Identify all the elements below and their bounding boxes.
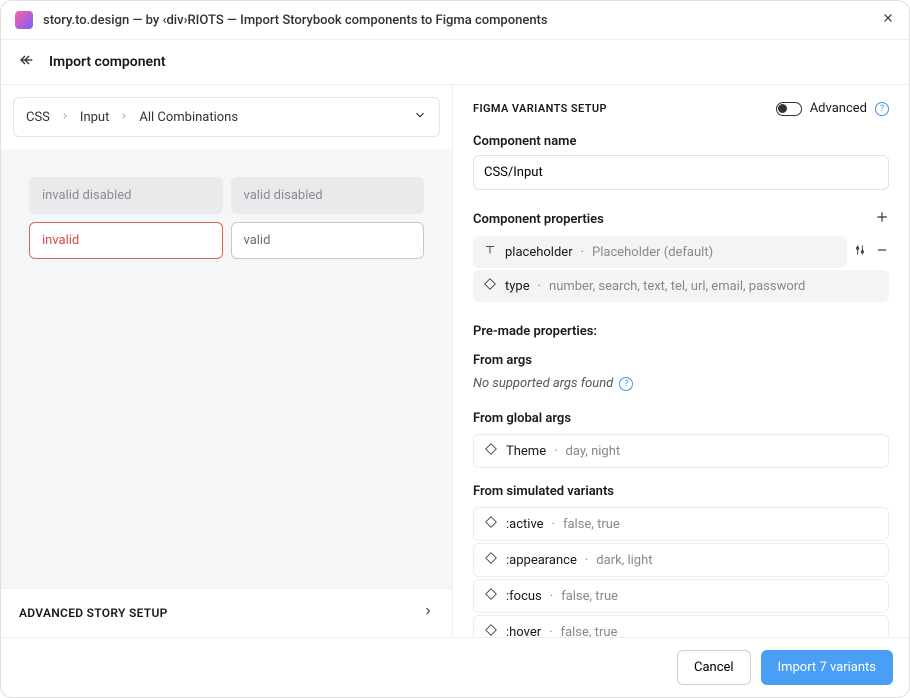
global-arg-name: Theme: [506, 444, 546, 459]
text-icon: [483, 243, 497, 261]
help-icon[interactable]: ?: [875, 102, 889, 116]
back-arrow-icon[interactable]: [19, 52, 35, 72]
preview-area: invalid disabled valid disabled invalid …: [1, 149, 452, 588]
sim-variant-row[interactable]: :appearance · dark, light: [473, 543, 889, 577]
premade-props-label: Pre-made properties:: [473, 324, 889, 339]
chevron-right-icon: [119, 110, 129, 125]
component-name-label: Component name: [473, 134, 889, 149]
sim-name: :focus: [506, 589, 542, 604]
prop-values: number, search, text, tel, url, email, p…: [549, 279, 805, 294]
chevron-down-icon: [413, 108, 427, 126]
global-args-list: Theme · day, night: [473, 434, 889, 468]
preview-input-invalid-disabled: invalid disabled: [29, 177, 223, 214]
diamond-icon: [484, 587, 498, 605]
right-pane: FIGMA VARIANTS SETUP Advanced ? Componen…: [453, 85, 909, 637]
sim-values: false, true: [561, 625, 618, 638]
import-button[interactable]: Import 7 variants: [761, 650, 893, 685]
component-props-label: Component properties: [473, 212, 604, 227]
from-args-label: From args: [473, 353, 889, 368]
diamond-icon: [484, 442, 498, 460]
diamond-icon: [484, 515, 498, 533]
sim-name: :appearance: [506, 553, 577, 568]
cancel-button[interactable]: Cancel: [677, 650, 751, 685]
prop-row[interactable]: placeholder · Placeholder (default): [473, 236, 889, 268]
advanced-story-label: ADVANCED STORY SETUP: [19, 606, 168, 620]
advanced-toggle[interactable]: [776, 102, 802, 116]
sim-values: false, true: [563, 517, 620, 532]
advanced-label: Advanced: [810, 101, 867, 116]
prop-name: placeholder: [505, 245, 573, 260]
remove-icon[interactable]: [875, 243, 889, 261]
sim-variant-row[interactable]: :hover · false, true: [473, 615, 889, 637]
no-args-text: No supported args found ?: [473, 376, 889, 391]
chevron-right-icon: [422, 605, 434, 621]
titlebar: story.to.design — by ‹div›RIOTS — Import…: [1, 1, 909, 40]
from-global-args-label: From global args: [473, 411, 889, 426]
component-name-input[interactable]: [473, 155, 889, 190]
sim-name: :hover: [506, 625, 541, 638]
add-property-icon[interactable]: [875, 210, 889, 228]
advanced-story-setup[interactable]: ADVANCED STORY SETUP: [1, 588, 452, 637]
close-icon[interactable]: [881, 11, 895, 29]
diamond-icon: [484, 623, 498, 637]
prop-row[interactable]: type · number, search, text, tel, url, e…: [473, 270, 889, 302]
simulated-variants-list: :active · false, true :appearance · dark…: [473, 507, 889, 637]
preview-input-valid: valid: [231, 222, 425, 259]
breadcrumb-item: CSS: [26, 110, 50, 125]
preview-input-valid-disabled: valid disabled: [231, 177, 425, 214]
titlebar-title: story.to.design — by ‹div›RIOTS — Import…: [43, 13, 871, 28]
settings-icon[interactable]: [853, 243, 867, 261]
breadcrumb-item: Input: [80, 110, 109, 125]
page-title: Import component: [49, 54, 166, 70]
main: CSS Input All Combinations invalid disab…: [1, 85, 909, 637]
prop-name: type: [505, 279, 530, 294]
breadcrumb-item: All Combinations: [139, 110, 238, 125]
sim-name: :active: [506, 517, 544, 532]
diamond-icon: [484, 551, 498, 569]
app-icon: [15, 11, 33, 29]
help-icon[interactable]: ?: [619, 377, 633, 391]
sim-variant-row[interactable]: :focus · false, true: [473, 579, 889, 613]
global-arg-values: day, night: [566, 444, 621, 459]
sim-values: dark, light: [596, 553, 652, 568]
diamond-icon: [483, 277, 497, 295]
from-simulated-label: From simulated variants: [473, 484, 889, 499]
prop-values: Placeholder (default): [592, 245, 713, 260]
sim-variant-row[interactable]: :active · false, true: [473, 507, 889, 541]
global-arg-row[interactable]: Theme · day, night: [473, 434, 889, 468]
variants-setup-title: FIGMA VARIANTS SETUP: [473, 102, 607, 115]
header: Import component: [1, 40, 909, 85]
sim-values: false, true: [561, 589, 618, 604]
component-props-list: placeholder · Placeholder (default): [473, 236, 889, 302]
footer: Cancel Import 7 variants: [1, 637, 909, 697]
left-pane: CSS Input All Combinations invalid disab…: [1, 85, 453, 637]
chevron-right-icon: [60, 110, 70, 125]
breadcrumb[interactable]: CSS Input All Combinations: [13, 97, 440, 137]
preview-input-invalid: invalid: [29, 222, 223, 259]
